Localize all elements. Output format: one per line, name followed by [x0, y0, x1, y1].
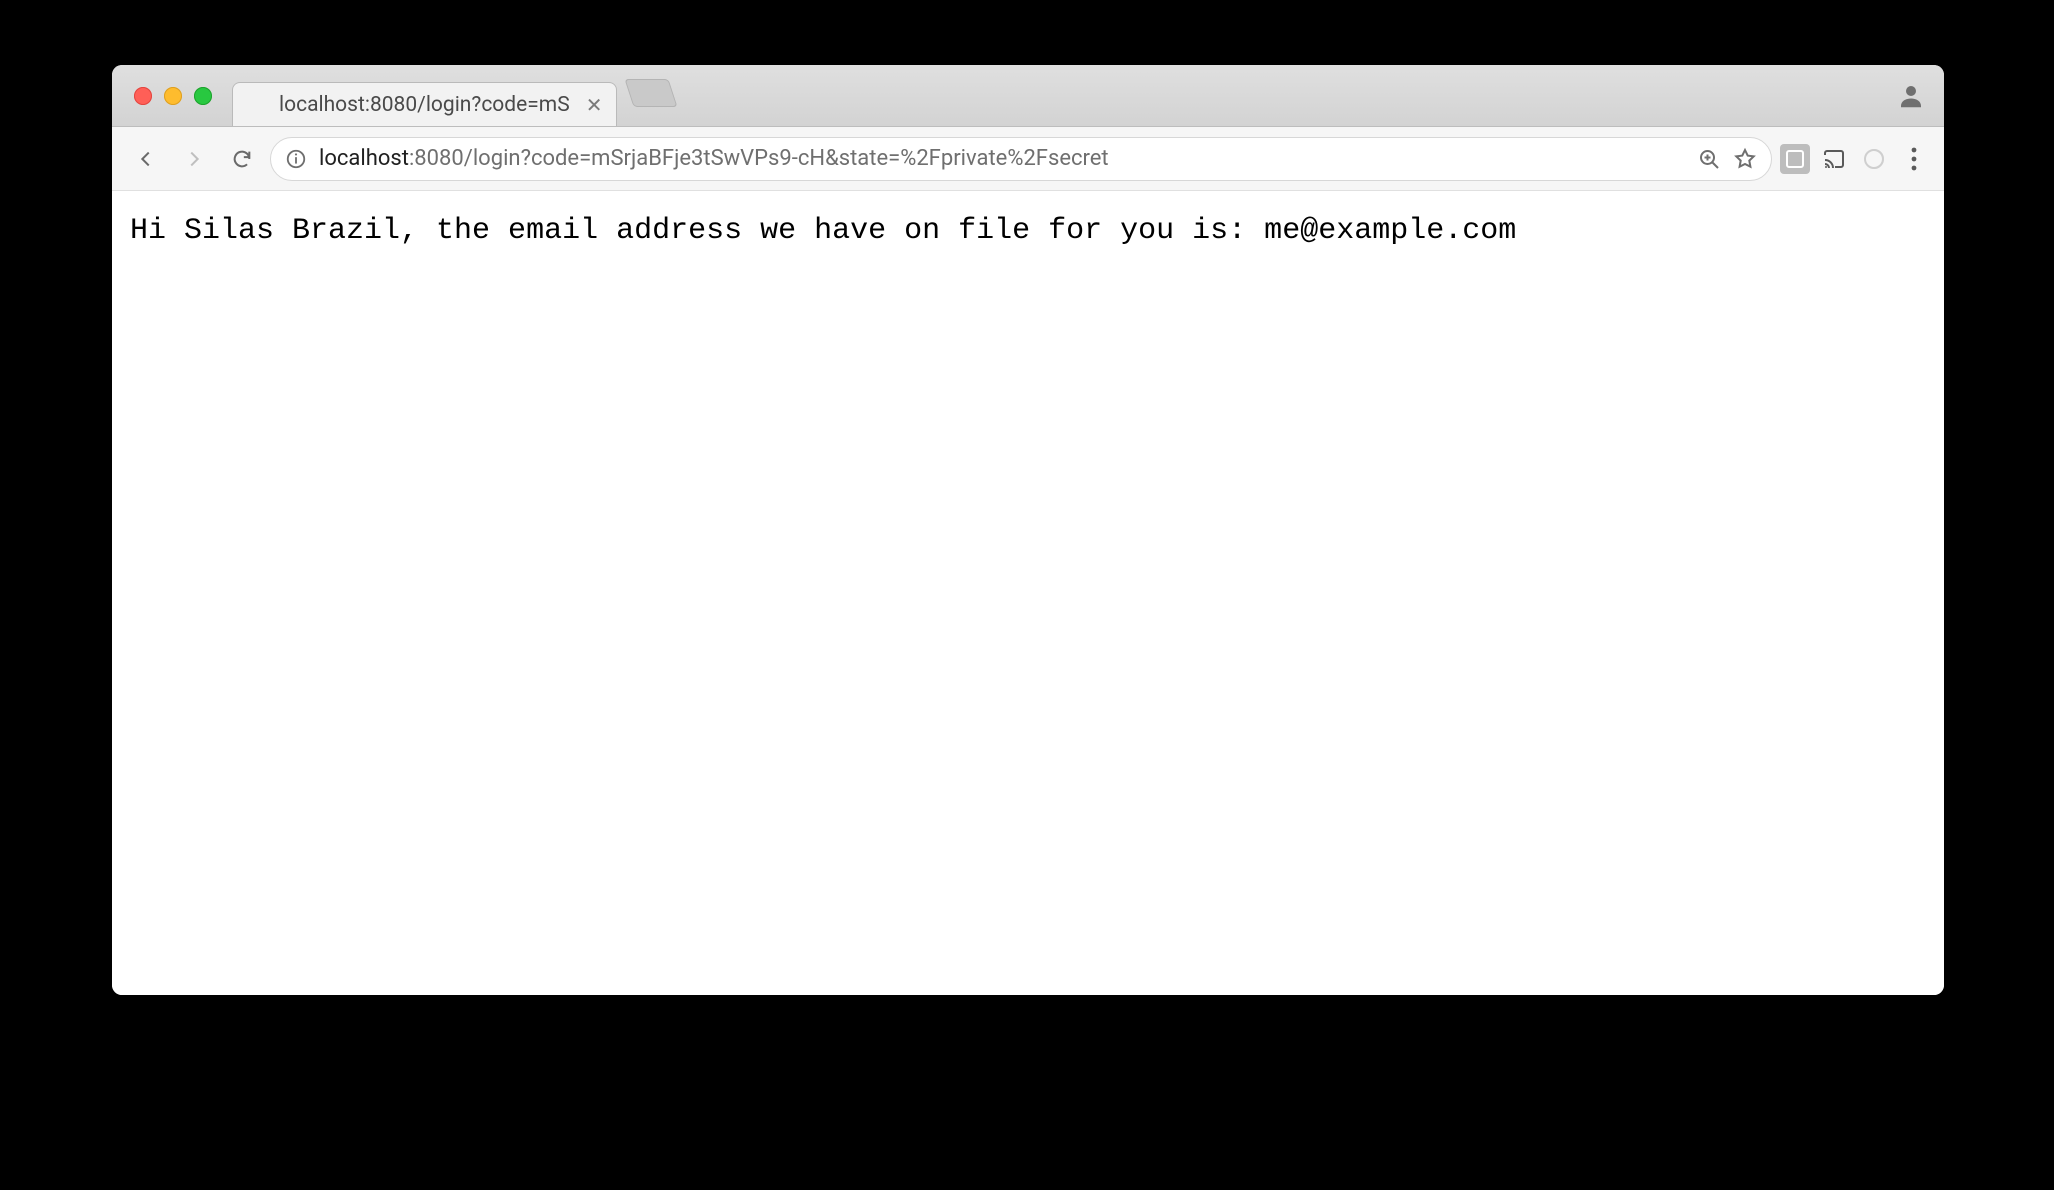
back-button[interactable] [126, 139, 166, 179]
forward-button[interactable] [174, 139, 214, 179]
tab-bar: localhost:8080/login?code=mS ✕ [112, 65, 1944, 127]
toolbar: localhost:8080/login?code=mSrjaBFje3tSwV… [112, 127, 1944, 191]
site-info-icon[interactable] [285, 148, 307, 170]
window-zoom-icon[interactable] [194, 87, 212, 105]
leaf-icon [247, 94, 269, 116]
window-minimize-icon[interactable] [164, 87, 182, 105]
bookmark-star-icon[interactable] [1733, 147, 1757, 171]
browser-window: localhost:8080/login?code=mS ✕ [112, 65, 1944, 995]
profile-icon[interactable] [1896, 81, 1926, 111]
reload-button[interactable] [222, 139, 262, 179]
url-path: :8080/login?code=mSrjaBFje3tSwVPs9-cH&st… [409, 146, 1109, 171]
window-controls [124, 65, 218, 126]
menu-button[interactable] [1898, 146, 1930, 172]
address-bar[interactable]: localhost:8080/login?code=mSrjaBFje3tSwV… [270, 137, 1772, 181]
url-text: localhost:8080/login?code=mSrjaBFje3tSwV… [319, 146, 1685, 171]
tab-close-icon[interactable]: ✕ [586, 95, 603, 115]
tab-title: localhost:8080/login?code=mS [279, 93, 570, 117]
extension-circle-icon[interactable] [1858, 143, 1890, 175]
window-close-icon[interactable] [134, 87, 152, 105]
extension-box-icon[interactable] [1780, 144, 1810, 174]
zoom-icon[interactable] [1697, 147, 1721, 171]
page-text: Hi Silas Brazil, the email address we ha… [130, 211, 1926, 252]
cast-icon[interactable] [1818, 143, 1850, 175]
url-host: localhost [319, 146, 409, 171]
new-tab-button[interactable] [625, 79, 678, 107]
browser-tab[interactable]: localhost:8080/login?code=mS ✕ [232, 82, 617, 126]
page-content: Hi Silas Brazil, the email address we ha… [112, 191, 1944, 995]
